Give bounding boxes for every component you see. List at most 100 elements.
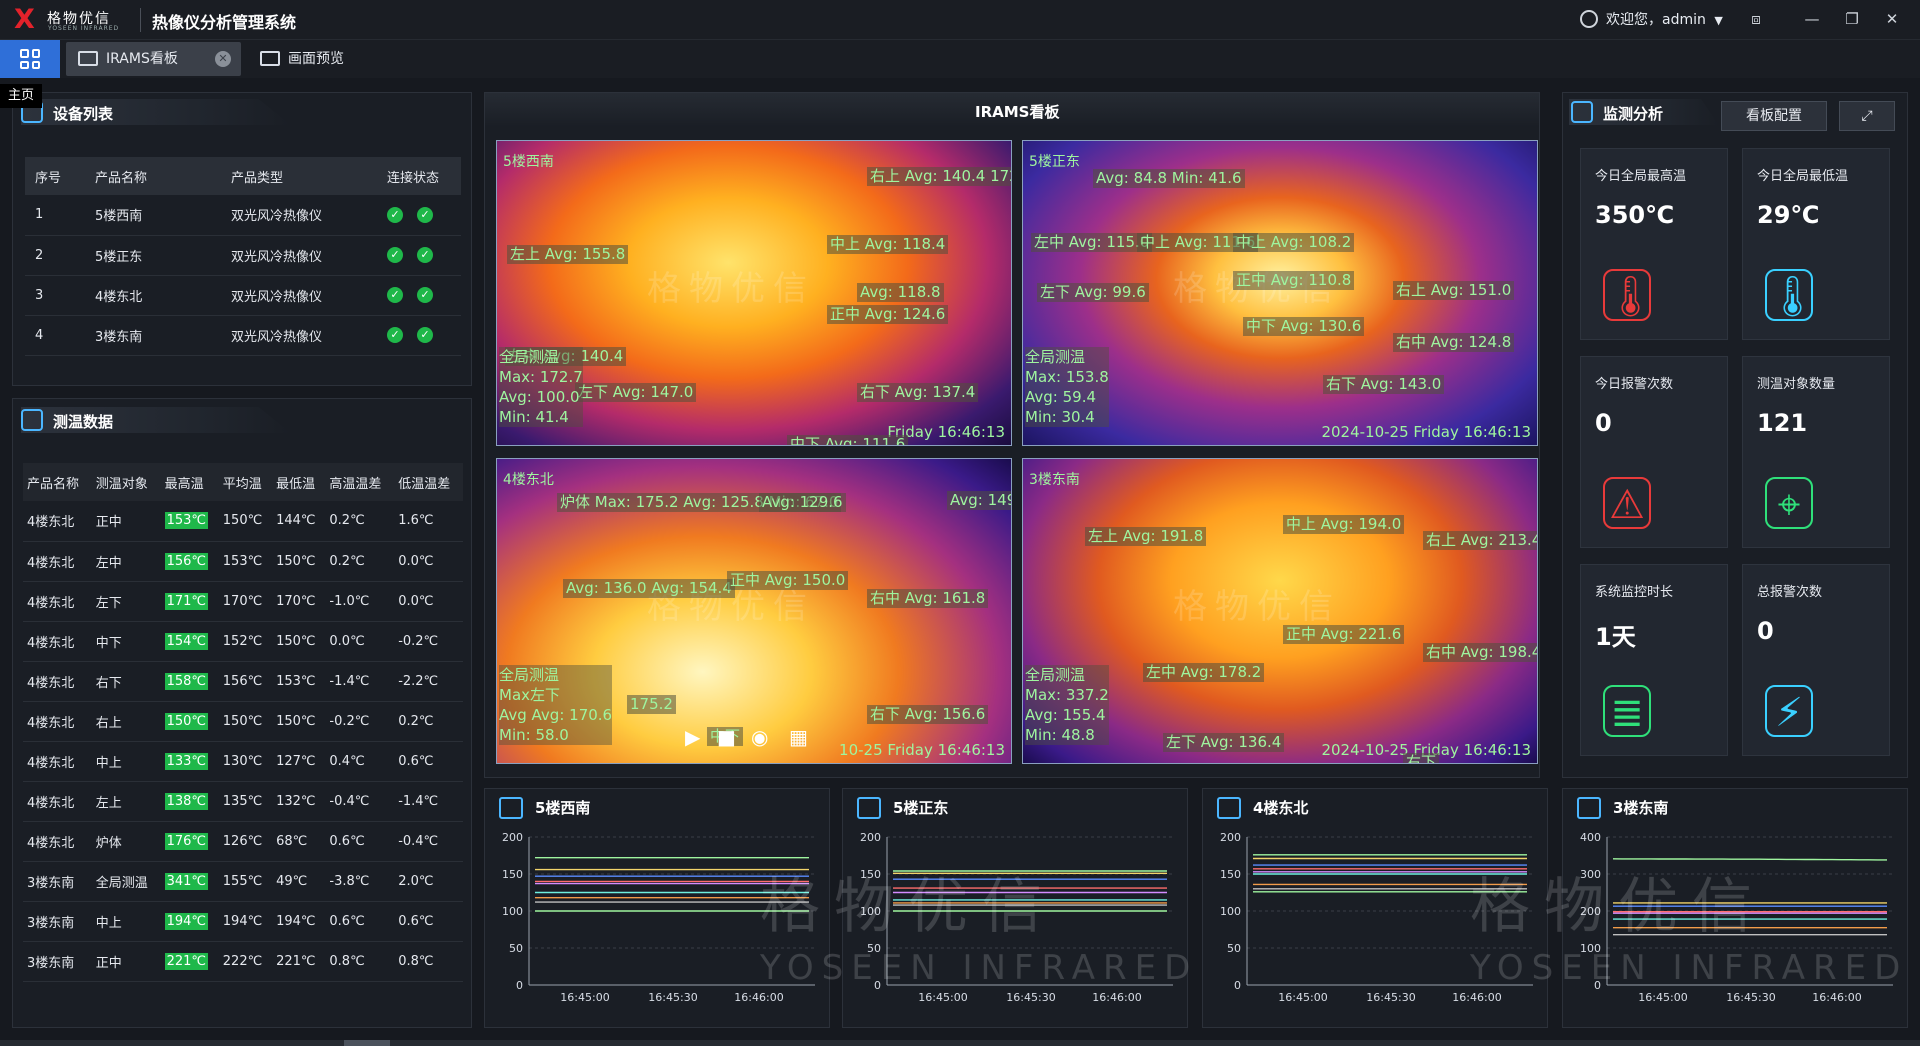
check-icon: ✓ xyxy=(417,287,433,303)
temp-cell: 0.8℃ xyxy=(325,941,395,982)
restore-button[interactable]: ❐ xyxy=(1840,8,1864,32)
global-line: Max: 153.8 xyxy=(1025,368,1109,386)
user-label: 欢迎您，admin xyxy=(1606,12,1706,28)
tab-irams-board[interactable]: IRAMS看板 ✕ xyxy=(66,42,241,76)
temp-cell: 左中 xyxy=(91,541,161,582)
stat-label: 今日报警次数 xyxy=(1595,377,1674,392)
cell-text: 4楼东北 xyxy=(27,515,75,531)
temp-cell: -0.4℃ xyxy=(394,821,463,862)
temp-cell: 2.0℃ xyxy=(394,861,463,902)
y-tick-label: 50 xyxy=(1227,942,1241,955)
col-header: 高温温差 xyxy=(325,463,395,501)
cell-text: 中上 xyxy=(95,915,122,931)
stop-icon[interactable]: ■ xyxy=(717,725,736,749)
measure-label: 正中 Avg: 150.0 xyxy=(727,571,849,590)
global-line: Max: 337.2 xyxy=(1025,686,1109,704)
y-tick-label: 0 xyxy=(1234,979,1241,992)
cell-text: -1.4℃ xyxy=(329,673,370,689)
user-menu[interactable]: 欢迎您，admin ▼ xyxy=(1580,9,1723,29)
temp-cell: -0.2℃ xyxy=(394,621,463,662)
temp-cell: 194℃ xyxy=(218,901,273,942)
y-tick-label: 50 xyxy=(509,942,523,955)
temp-cell: 153℃ xyxy=(218,541,273,582)
chevron-down-icon: ▼ xyxy=(1714,14,1723,27)
home-tooltip: 主页 xyxy=(0,84,42,108)
panel-title: 监测分析 xyxy=(1603,105,1664,123)
line-chart: 0 50 100 150 200 16:45:00 16:45:30 16:46:00 xyxy=(860,831,1173,1004)
alarm-hand-icon: ⚡ xyxy=(1765,685,1813,737)
cell-text: 132℃ xyxy=(276,793,316,809)
close-window-button[interactable]: ✕ xyxy=(1880,8,1904,32)
temp-cell: 127℃ xyxy=(272,741,326,782)
fullscreen-icon[interactable]: ⤢ xyxy=(1839,101,1895,131)
global-line: Min: 48.8 xyxy=(1025,726,1095,744)
record-icon[interactable]: ▦ xyxy=(789,725,808,749)
device-row[interactable]: 4 3楼东南 双光风冷热像仪 ✓ ✓ xyxy=(25,315,461,356)
temp-cell: 0.2℃ xyxy=(325,501,395,542)
measure-label: 右上 Avg: 213.4 xyxy=(1423,531,1537,550)
line-chart: 0 100 200 300 400 16:45:00 16:45:30 16:46:00 xyxy=(1580,831,1893,1004)
y-tick-label: 150 xyxy=(860,868,881,881)
horizontal-scrollbar[interactable] xyxy=(0,1040,1920,1046)
col-header: 产品名称 xyxy=(85,157,221,195)
title-divider xyxy=(140,8,141,32)
stat-value: 0 xyxy=(1595,409,1612,437)
temp-row: 4楼东北 中上 133℃ 130℃ 127℃ 0.4℃ 0.6℃ xyxy=(23,741,463,782)
y-tick-label: 0 xyxy=(516,979,523,992)
y-tick-label: 150 xyxy=(1220,868,1241,881)
temp-row: 4楼东北 右下 158℃ 156℃ 153℃ -1.4℃ -2.2℃ xyxy=(23,661,463,702)
cell-text: 4楼东北 xyxy=(27,755,75,771)
camera-icon[interactable]: ◉ xyxy=(751,725,768,749)
cell-text: 0.8℃ xyxy=(398,953,434,969)
stat-label: 今日全局最低温 xyxy=(1757,169,1849,184)
temp-cell: 170℃ xyxy=(218,581,273,622)
temp-cell: 171℃ xyxy=(160,581,219,622)
cell-text: 2.0℃ xyxy=(398,873,434,889)
tab-close-icon[interactable]: ✕ xyxy=(215,51,231,67)
temp-cell: 4楼东北 xyxy=(23,701,92,742)
device-row[interactable]: 3 4楼东北 双光风冷热像仪 ✓ ✓ xyxy=(25,275,461,316)
connection-status: ✓ ✓ xyxy=(377,195,461,236)
device-row[interactable]: 1 5楼西南 双光风冷热像仪 ✓ ✓ xyxy=(25,195,461,236)
col-header: 平均温 xyxy=(218,463,273,501)
chart-icon xyxy=(857,797,881,819)
cell-text: 49℃ xyxy=(276,873,308,889)
cell-text: 正中 xyxy=(95,955,122,971)
tab-preview[interactable]: 画面预览 xyxy=(248,42,368,76)
camera-view[interactable]: 格物优信 4楼东北 10-25 Friday 16:46:13炉体 Max: 1… xyxy=(496,458,1012,764)
cell-text: 0.6℃ xyxy=(398,753,434,769)
x-tick-label: 16:45:00 xyxy=(918,991,967,1004)
play-icon[interactable]: ▶ xyxy=(685,725,700,749)
cell-text: 222℃ xyxy=(222,953,263,969)
home-button[interactable] xyxy=(0,40,60,78)
global-measure: 全局测温 Max: 337.2 Avg: 155.4 Min: 48.8 xyxy=(1025,665,1109,745)
temp-cell: 176℃ xyxy=(160,821,219,862)
temp-cell: 68℃ xyxy=(272,821,326,862)
measure-label: 右中 Avg: 198.4 xyxy=(1423,643,1537,662)
global-measure: 全局测温 Max: 172.7 Avg: 100.0 Min: 41.4 xyxy=(499,347,583,427)
minimize-button[interactable]: — xyxy=(1800,8,1824,32)
temp-row: 4楼东北 右上 150℃ 150℃ 150℃ -0.2℃ 0.2℃ xyxy=(23,701,463,742)
global-line: Avg: 59.4 xyxy=(1025,388,1097,406)
screenshot-icon[interactable]: ⧈ xyxy=(1744,8,1768,32)
device-row[interactable]: 2 5楼正东 双光风冷热像仪 ✓ ✓ xyxy=(25,235,461,276)
camera-view[interactable]: 格物优信 3楼东南 2024-10-25 Friday 16:46:13左上 A… xyxy=(1022,458,1538,764)
temp-cell: 4楼东北 xyxy=(23,581,92,622)
cell-text: -0.2℃ xyxy=(329,713,370,729)
cell-text: 150℃ xyxy=(276,553,316,569)
camera-view[interactable]: 格物优信 5楼西南 Friday 16:46:13右上 Avg: 140.4 1… xyxy=(496,140,1012,446)
col-header: 产品名称 xyxy=(23,463,92,501)
temp-cell: 右上 xyxy=(91,701,161,742)
global-measure: 全局测温 Max: 153.8 Avg: 59.4 Min: 30.4 xyxy=(1025,347,1109,427)
temp-cell: 正中 xyxy=(91,941,161,982)
check-icon: ✓ xyxy=(387,287,403,303)
board-config-button[interactable]: 看板配置 xyxy=(1721,101,1827,131)
x-tick-label: 16:46:00 xyxy=(1092,991,1141,1004)
temp-cell: 0.8℃ xyxy=(394,941,463,982)
tab-bar: IRAMS看板 ✕ 画面预览 xyxy=(0,40,1920,78)
logo-x-icon: X xyxy=(14,4,35,35)
temp-cell: 152℃ xyxy=(218,621,273,662)
temp-data-panel: 测温数据 产品名称 测温对象 最高温 平均温 最低温 高温温差 低温温差 4楼东北 正中 153… xyxy=(12,398,472,1028)
camera-view[interactable]: 格物优信 5楼正东 2024-10-25 Friday 16:46:13Avg:… xyxy=(1022,140,1538,446)
measure-label: Avg: 136.0 Avg: 154.4 xyxy=(563,579,735,598)
